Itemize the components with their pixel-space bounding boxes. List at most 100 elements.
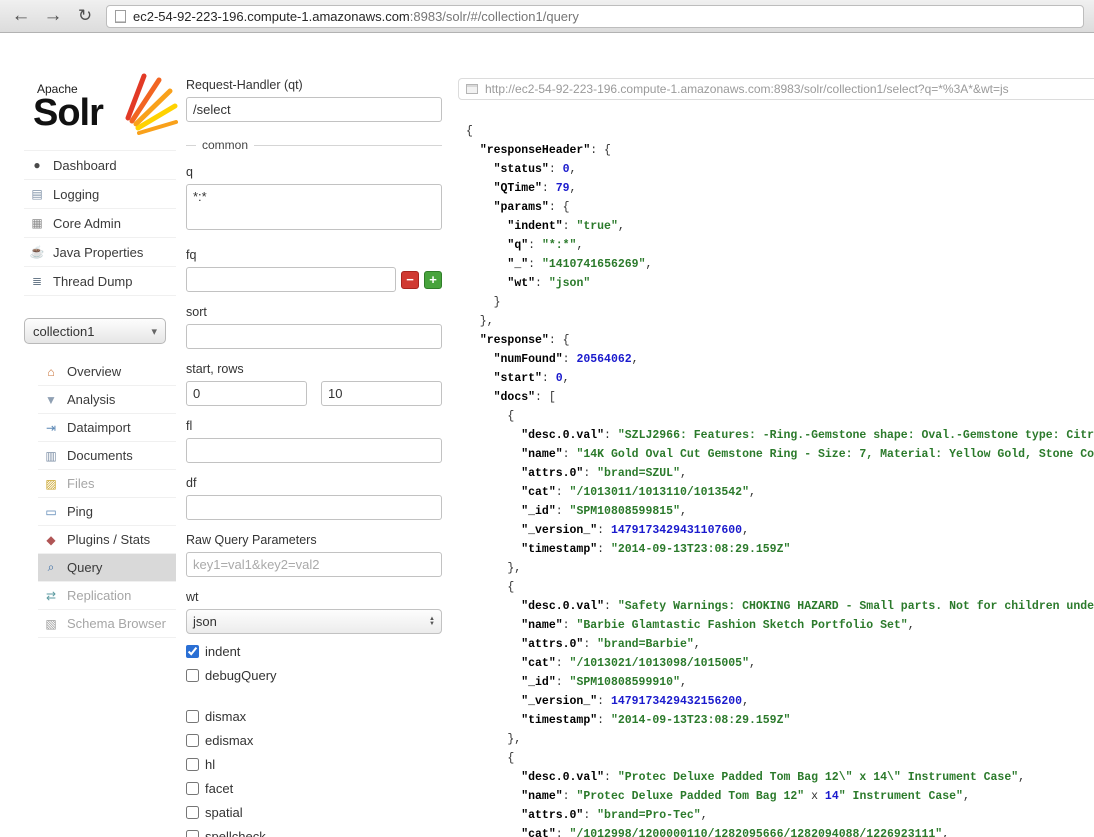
ping-icon: ▭ [45,504,57,519]
files-icon: ▨ [45,476,57,491]
json-response: { "responseHeader": { "status": 0, "QTim… [458,122,1094,837]
menu-item-label: Thread Dump [53,273,133,289]
json-line: "_id": "SPM10808599910", [521,676,687,689]
remove-fq-button[interactable]: − [401,270,419,289]
spellcheck-checkbox[interactable] [186,830,199,837]
option-facet[interactable]: facet [186,781,442,796]
back-button[interactable]: ← [10,5,32,27]
core-menu-item-replication[interactable]: ⇄ Replication [38,582,176,610]
fq-input[interactable] [186,267,396,292]
request-url-link[interactable]: http://ec2-54-92-223-196.compute-1.amazo… [458,78,1094,100]
solr-logo[interactable]: Apache Solr [24,70,178,150]
sidebar-item-dashboard[interactable]: ● Dashboard [24,151,176,180]
json-line: } [466,296,501,309]
start-rows-row [186,381,442,406]
menu-item-label: Files [67,476,95,491]
indent-checkbox[interactable] [186,645,199,658]
json-line: }, [466,562,522,575]
json-line: "cat": "/1013021/1013098/1015005", [521,657,756,670]
core-menu-item-analysis[interactable]: ▼ Analysis [38,386,176,414]
option-label: spatial [205,805,243,820]
start-input[interactable] [186,381,307,406]
sidebar-item-logging[interactable]: ▤ Logging [24,180,176,209]
fl-input[interactable] [186,438,442,463]
df-label: df [186,476,197,490]
sidebar-item-java-properties[interactable]: ☕ Java Properties [24,238,176,267]
core-selector[interactable]: collection1 ▾ [24,318,166,344]
thread-dump-icon: ≣ [31,274,43,288]
json-line: "status": 0, [493,163,577,176]
core-menu-item-schema-browser[interactable]: ▧ Schema Browser [38,610,176,638]
page-icon [115,9,126,23]
option-dismax[interactable]: dismax [186,709,442,724]
core-menu-item-dataimport[interactable]: ⇥ Dataimport [38,414,176,442]
option-spellcheck[interactable]: spellcheck [186,829,442,837]
dismax-checkbox[interactable] [186,710,199,723]
core-menu-item-plugins-stats[interactable]: ◆ Plugins / Stats [38,526,176,554]
sidebar: Apache Solr ● Dashboard ▤ Logging ▦ Core Admi… [24,70,178,638]
option-label: debugQuery [205,668,277,683]
wt-select[interactable]: json ▲ ▼ [186,609,442,634]
plugins-stats-icon: ◆ [46,532,56,547]
facet-checkbox[interactable] [186,782,199,795]
core-menu-item-documents[interactable]: ▥ Documents [38,442,176,470]
sidebar-item-thread-dump[interactable]: ≣ Thread Dump [24,267,176,296]
core-menu-item-ping[interactable]: ▭ Ping [38,498,176,526]
q-input[interactable]: *:* [186,184,442,230]
rows-input[interactable] [321,381,442,406]
fl-label: fl [186,419,193,433]
feature-options: dismax edismax hl facet spatial spellcheck [186,709,442,837]
raw-query-params-input[interactable] [186,552,442,577]
json-line: "desc.0.val": "Protec Deluxe Padded Tom … [521,771,1026,784]
core-selector-value: collection1 [33,323,95,339]
core-menu-item-overview[interactable]: ⌂ Overview [38,358,176,386]
json-line: "attrs.0": "brand=SZUL", [521,467,687,480]
add-fq-button[interactable]: + [424,270,442,289]
analysis-icon: ▼ [45,392,57,407]
select-arrows-icon: ▲ ▼ [429,615,435,627]
hl-checkbox[interactable] [186,758,199,771]
sort-input[interactable] [186,324,442,349]
json-line: "timestamp": "2014-09-13T23:08:29.159Z" [521,543,791,556]
option-indent[interactable]: indent [186,644,442,659]
browser-chrome: ← → ↻ ec2-54-92-223-196.compute-1.amazon… [0,0,1094,33]
json-line: "docs": [ [493,391,556,404]
edismax-checkbox[interactable] [186,734,199,747]
option-spatial[interactable]: spatial [186,805,442,820]
wt-label: wt [186,590,199,604]
json-line: "params": { [493,201,570,214]
reload-button[interactable]: ↻ [74,5,96,27]
menu-item-label: Logging [53,186,100,202]
sidebar-item-core-admin[interactable]: ▦ Core Admin [24,209,176,238]
chevron-down-icon: ▾ [151,325,157,338]
query-icon: ⌕ [47,560,55,574]
json-line: "QTime": 79, [493,182,577,195]
menu-item-label: Documents [67,448,133,463]
url-bar[interactable]: ec2-54-92-223-196.compute-1.amazonaws.co… [106,4,1084,28]
core-menu-item-files[interactable]: ▨ Files [38,470,176,498]
json-line: "attrs.0": "brand=Barbie", [521,638,701,651]
json-line: }, [466,315,494,328]
option-debugquery[interactable]: debugQuery [186,668,442,683]
option-edismax[interactable]: edismax [186,733,442,748]
json-line: { [466,125,473,138]
option-hl[interactable]: hl [186,757,442,772]
json-line: "desc.0.val": "Safety Warnings: CHOKING … [521,600,1094,613]
json-line: "cat": "/1013011/1013110/1013542", [521,486,756,499]
overview-icon: ⌂ [47,364,55,379]
json-line: { [466,410,515,423]
request-handler-input[interactable] [186,97,442,122]
df-input[interactable] [186,495,442,520]
common-legend: common [186,138,442,152]
menu-item-label: Dataimport [67,420,131,435]
spatial-checkbox[interactable] [186,806,199,819]
core-menu-item-query[interactable]: ⌕ Query [38,554,176,582]
json-line: "_": "1410741656269", [507,258,653,271]
option-label: spellcheck [205,829,266,837]
debugquery-checkbox[interactable] [186,669,199,682]
solr-starburst-icon [125,73,178,135]
wt-select-value: json [193,614,217,629]
json-line: "name": "Protec Deluxe Padded Tom Bag 12… [521,790,970,803]
forward-button[interactable]: → [42,5,64,27]
json-line: "_version_": 1479173429431107600, [521,524,749,537]
